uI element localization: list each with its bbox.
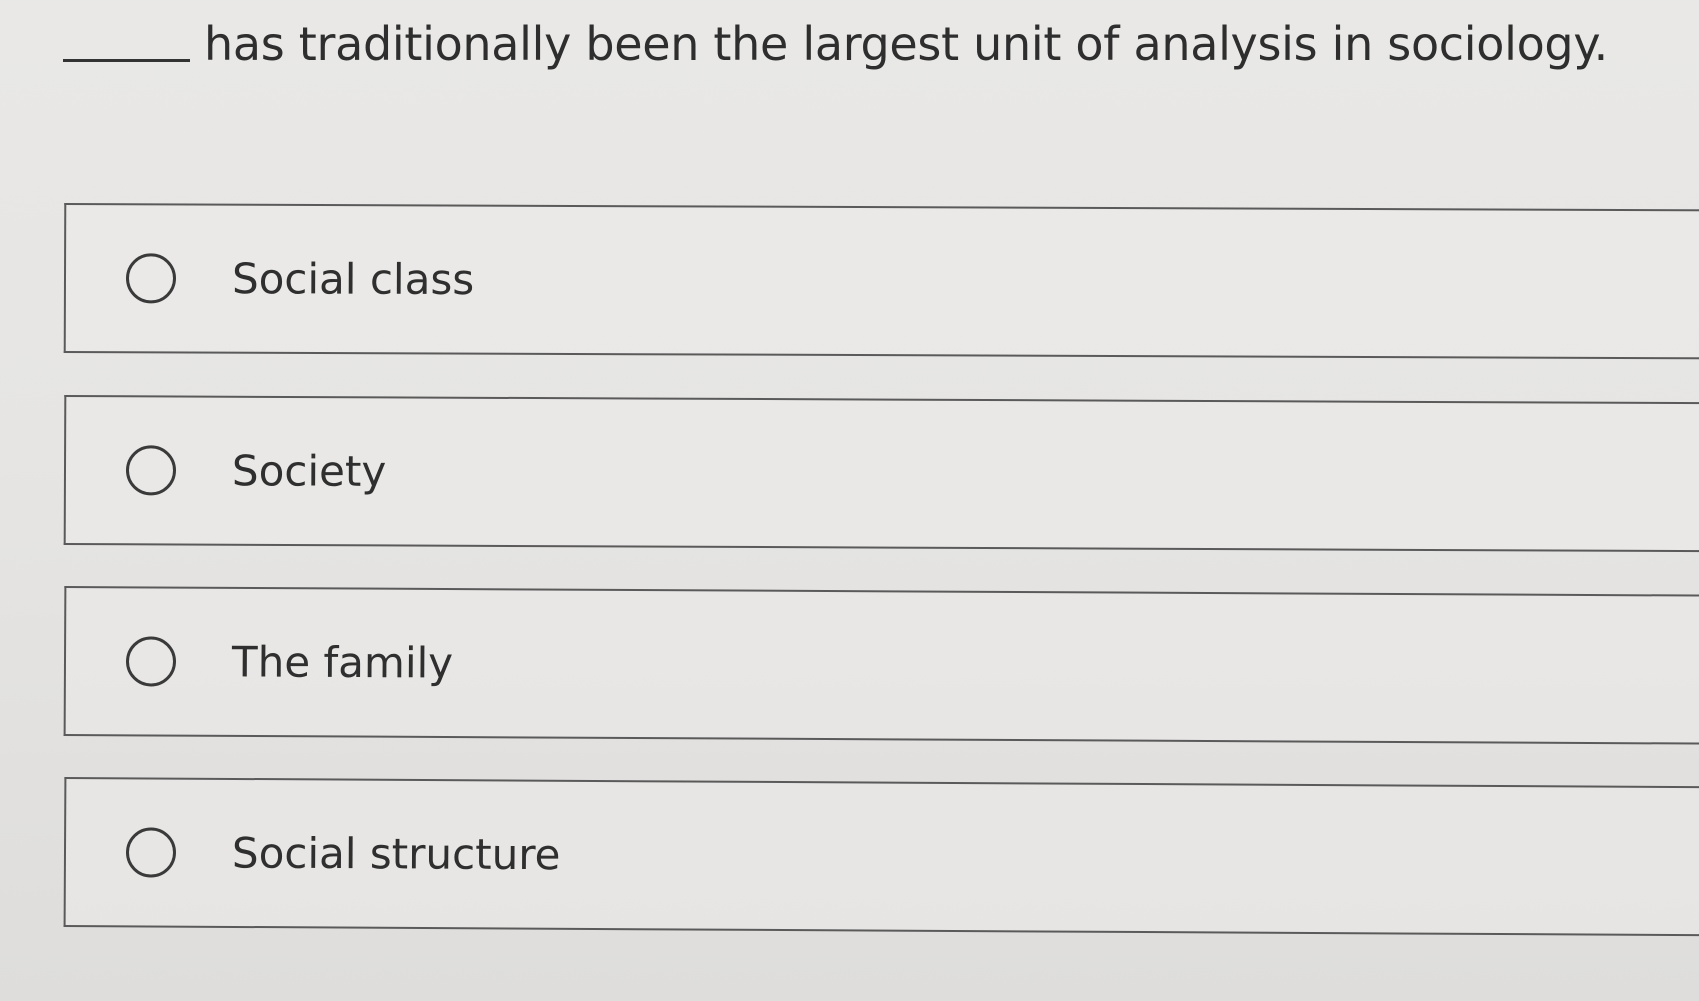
radio-button[interactable] — [125, 636, 177, 687]
answer-option-label: Society — [231, 446, 387, 496]
answer-option-society[interactable]: Society — [63, 395, 1699, 553]
radio-button[interactable] — [125, 827, 177, 878]
radio-button[interactable] — [125, 445, 177, 496]
answer-option-label: The family — [231, 637, 454, 688]
answer-option-label: Social class — [231, 254, 475, 305]
answer-option-social-structure[interactable]: Social structure — [63, 777, 1699, 937]
answer-options: Social class Society The family Social s… — [0, 0, 1699, 1001]
answer-option-social-class[interactable]: Social class — [63, 203, 1699, 360]
answer-option-label: Social structure — [231, 828, 561, 880]
radio-button[interactable] — [125, 253, 177, 304]
answer-option-the-family[interactable]: The family — [63, 586, 1699, 745]
